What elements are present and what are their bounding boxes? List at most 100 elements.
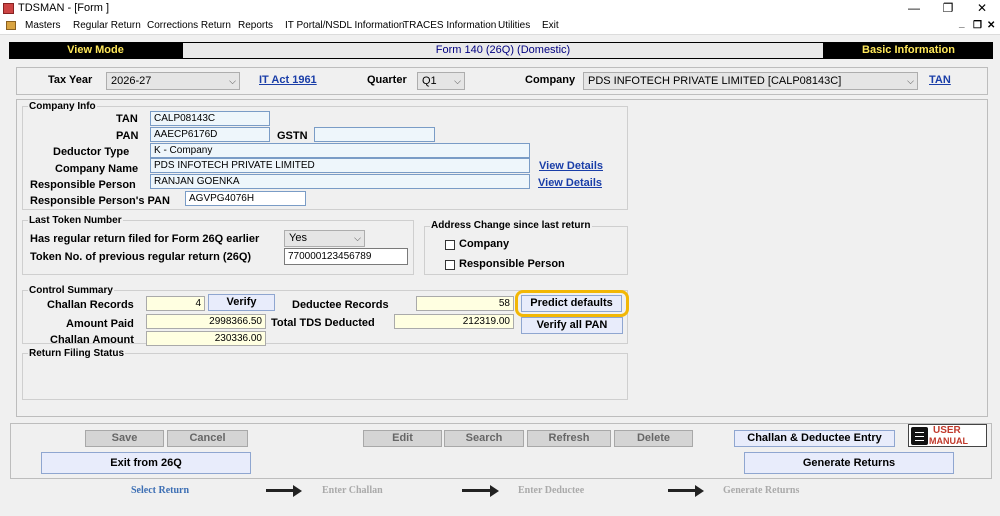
- workflow-arrow-3: [668, 489, 696, 492]
- tan-link[interactable]: TAN: [929, 74, 951, 86]
- form-title: Form 140 (26Q) (Domestic): [182, 42, 824, 59]
- company-label: Company: [525, 74, 576, 86]
- gstn-field[interactable]: [314, 127, 435, 142]
- view-details-responsible-link[interactable]: View Details: [538, 177, 602, 189]
- amount-paid-label: Amount Paid: [66, 318, 134, 330]
- chevron-down-icon: ⌵: [454, 76, 461, 86]
- close-button[interactable]: ✕: [970, 0, 994, 17]
- responsible-address-checkbox[interactable]: [445, 260, 455, 270]
- deductor-type-label: Deductor Type: [53, 146, 130, 158]
- chevron-down-icon: ⌵: [354, 233, 361, 243]
- company-address-checkbox[interactable]: [445, 240, 455, 250]
- challan-records-label: Challan Records: [47, 299, 134, 311]
- edit-button[interactable]: Edit: [363, 430, 442, 447]
- maximize-button[interactable]: ❐: [936, 0, 960, 17]
- mdi-close-button[interactable]: ✕: [987, 20, 995, 31]
- company-name-field[interactable]: PDS INFOTECH PRIVATE LIMITED: [150, 158, 530, 173]
- search-button[interactable]: Search: [444, 430, 524, 447]
- delete-button[interactable]: Delete: [614, 430, 693, 447]
- generate-returns-button[interactable]: Generate Returns: [744, 452, 954, 474]
- basic-information-label: Basic Information: [824, 42, 993, 59]
- company-select[interactable]: PDS INFOTECH PRIVATE LIMITED [CALP08143C…: [583, 72, 918, 90]
- menu-utilities[interactable]: Utilities: [498, 20, 530, 31]
- return-filed-label: Has regular return filed for Form 26Q ea…: [30, 233, 260, 245]
- workflow-arrow-2: [462, 489, 491, 492]
- last-token-title: Last Token Number: [28, 215, 123, 226]
- tax-year-value: 2026-27: [111, 75, 152, 87]
- return-filed-select[interactable]: Yes ⌵: [284, 230, 365, 247]
- total-tds-field: 212319.00: [394, 314, 514, 329]
- workflow-step-generate-returns: Generate Returns: [723, 485, 800, 496]
- responsible-person-field[interactable]: RANJAN GOENKA: [150, 174, 530, 189]
- window-title: TDSMAN - [Form ]: [18, 2, 110, 14]
- pan-label: PAN: [116, 130, 139, 142]
- company-info-title: Company Info: [28, 101, 97, 112]
- challan-amount-field: 230336.00: [146, 331, 266, 346]
- user-manual-button[interactable]: USER MANUAL: [908, 424, 987, 447]
- chevron-down-icon: ⌵: [229, 76, 236, 86]
- tax-year-select[interactable]: 2026-27 ⌵: [106, 72, 240, 90]
- view-details-company-link[interactable]: View Details: [539, 160, 603, 172]
- verify-button[interactable]: Verify: [208, 294, 275, 311]
- company-address-label: Company: [459, 238, 510, 250]
- arrow-right-icon: [293, 485, 302, 497]
- menu-corrections-return[interactable]: Corrections Return: [147, 20, 231, 31]
- title-bar: TDSMAN - [Form ] — ❐ ✕: [0, 0, 1000, 17]
- responsible-person-label: Responsible Person: [30, 179, 136, 191]
- chevron-down-icon: ⌵: [907, 76, 914, 86]
- menu-bar: Masters Regular Return Corrections Retur…: [0, 17, 1000, 35]
- menu-regular-return[interactable]: Regular Return: [73, 20, 141, 31]
- responsible-pan-label: Responsible Person's PAN: [30, 195, 170, 207]
- pan-field[interactable]: AAECP6176D: [150, 127, 270, 142]
- address-change-title: Address Change since last return: [430, 220, 592, 231]
- amount-paid-field: 2998366.50: [146, 314, 266, 329]
- quarter-label: Quarter: [367, 74, 407, 86]
- predict-defaults-button[interactable]: Predict defaults: [521, 295, 622, 312]
- verify-all-pan-button[interactable]: Verify all PAN: [521, 317, 623, 334]
- workflow-step-enter-challan: Enter Challan: [322, 485, 383, 496]
- exit-26q-button[interactable]: Exit from 26Q: [41, 452, 251, 474]
- user-manual-line1: USER: [933, 425, 961, 436]
- book-icon: [911, 427, 928, 445]
- return-filing-status-title: Return Filing Status: [28, 348, 125, 359]
- app-icon: [3, 3, 14, 14]
- mdi-minimize-button[interactable]: _: [959, 18, 965, 29]
- gstn-label: GSTN: [277, 130, 308, 142]
- deductee-records-field: 58: [416, 296, 514, 311]
- view-mode-label: View Mode: [9, 42, 182, 59]
- return-filed-value: Yes: [289, 232, 307, 244]
- challan-records-field: 4: [146, 296, 205, 311]
- token-number-field[interactable]: 770000123456789: [284, 248, 408, 265]
- company-name-label: Company Name: [55, 163, 139, 175]
- challan-amount-label: Challan Amount: [50, 334, 134, 346]
- tax-year-label: Tax Year: [48, 74, 93, 86]
- tan-field[interactable]: CALP08143C: [150, 111, 270, 126]
- arrow-right-icon: [490, 485, 499, 497]
- cancel-button[interactable]: Cancel: [167, 430, 248, 447]
- refresh-button[interactable]: Refresh: [527, 430, 611, 447]
- return-filing-status-group: [22, 353, 628, 400]
- menu-masters[interactable]: Masters: [25, 20, 61, 31]
- user-manual-line2: MANUAL: [929, 436, 968, 446]
- token-number-label: Token No. of previous regular return (26…: [30, 251, 252, 263]
- workflow-step-enter-deductee: Enter Deductee: [518, 485, 585, 496]
- quarter-select[interactable]: Q1 ⌵: [417, 72, 465, 90]
- challan-deductee-entry-button[interactable]: Challan & Deductee Entry: [734, 430, 895, 447]
- deductee-records-label: Deductee Records: [292, 299, 389, 311]
- it-act-link[interactable]: IT Act 1961: [259, 74, 317, 86]
- save-button[interactable]: Save: [85, 430, 164, 447]
- mdi-restore-button[interactable]: ❐: [973, 20, 982, 31]
- menu-traces[interactable]: TRACES Information: [403, 20, 496, 31]
- menu-exit[interactable]: Exit: [542, 20, 559, 31]
- company-value: PDS INFOTECH PRIVATE LIMITED [CALP08143C…: [588, 75, 842, 87]
- minimize-button[interactable]: —: [902, 0, 926, 17]
- workflow-step-select-return: Select Return: [131, 485, 190, 496]
- tan-label: TAN: [116, 113, 138, 125]
- deductor-type-field[interactable]: K - Company: [150, 143, 530, 158]
- quarter-value: Q1: [422, 75, 437, 87]
- arrow-right-icon: [695, 485, 704, 497]
- responsible-pan-field[interactable]: AGVPG4076H: [185, 191, 306, 206]
- total-tds-label: Total TDS Deducted: [271, 317, 375, 329]
- menu-reports[interactable]: Reports: [238, 20, 273, 31]
- menu-it-portal[interactable]: IT Portal/NSDL Information: [285, 20, 405, 31]
